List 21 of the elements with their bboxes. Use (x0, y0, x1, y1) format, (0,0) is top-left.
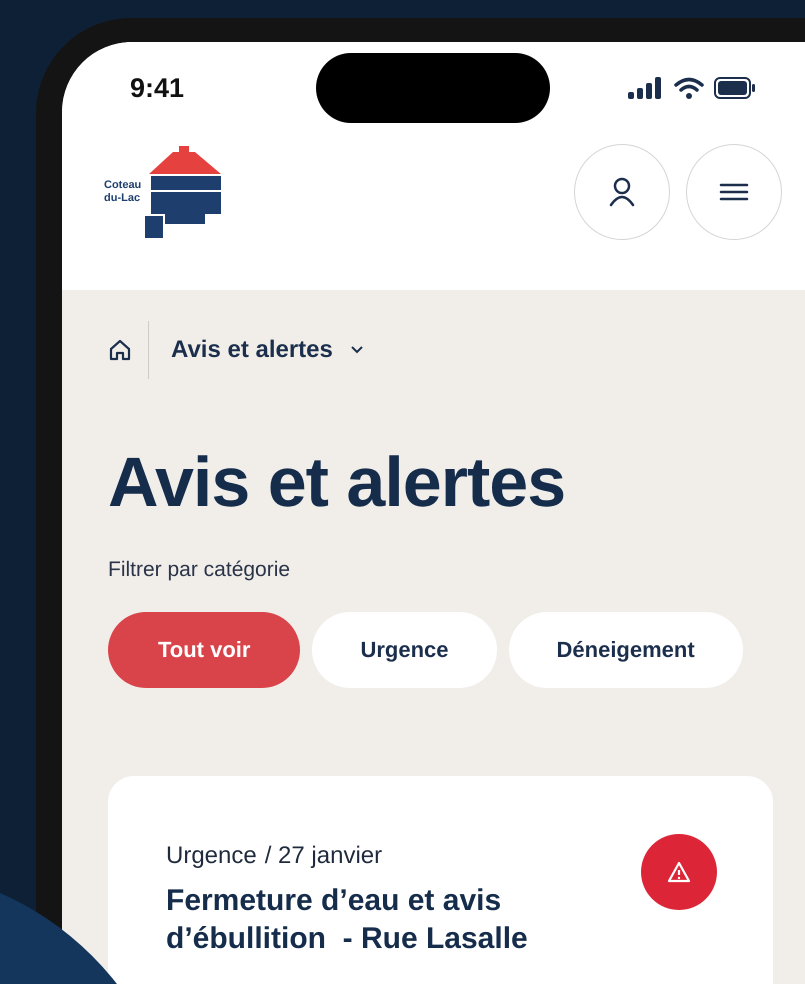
status-time: 9:41 (130, 72, 186, 105)
wifi-icon (674, 77, 704, 99)
filter-chip[interactable]: Tout voir (108, 612, 300, 688)
breadcrumb-dropdown[interactable]: Avis et alertes (171, 332, 363, 368)
warning-icon (667, 860, 691, 882)
filter-chip[interactable]: Urgence (312, 612, 497, 688)
home-icon[interactable] (108, 338, 132, 362)
user-icon (608, 177, 636, 207)
logo-text: du-Lac (104, 192, 142, 205)
chevron-down-icon (350, 346, 363, 354)
filter-label: Filtrer par catégorie (108, 557, 292, 583)
signal-icon (628, 77, 664, 99)
alert-card[interactable]: Urgence / 27 janvier Fermeture d’eau et avis d’ébullition - Rue Lasalle (108, 776, 773, 984)
alert-category: Urgence (166, 840, 257, 870)
alert-date: / 27 janvier (264, 840, 382, 870)
battery-icon (714, 77, 756, 99)
logo-text: Coteau (104, 179, 142, 192)
alert-title: Fermeture d’eau et avis d’ébullition - Rue Lasalle (166, 882, 529, 956)
filter-chip[interactable]: Déneigement (508, 612, 743, 688)
page-title: Avis et alertes (108, 442, 566, 522)
menu-icon (719, 182, 749, 202)
